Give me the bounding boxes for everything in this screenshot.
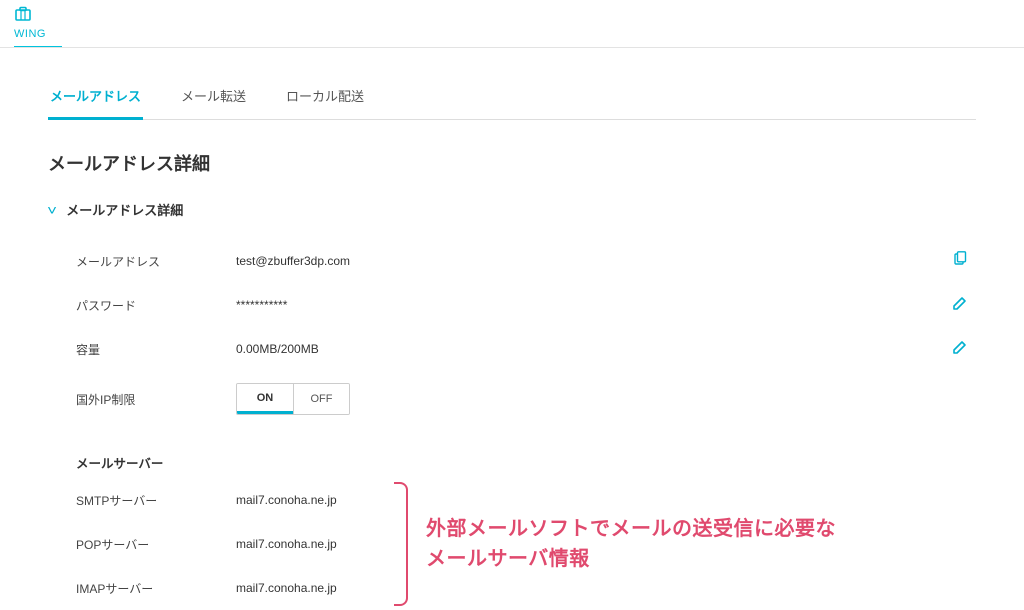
label-pop: POPサーバー	[76, 536, 236, 553]
details: メールアドレス test@zbuffer3dp.com パスワード ******…	[48, 231, 976, 610]
value-email: test@zbuffer3dp.com	[236, 254, 350, 268]
label-quota: 容量	[76, 341, 236, 358]
label-password: パスワード	[76, 297, 236, 314]
row-password: パスワード ***********	[76, 283, 976, 327]
row-imap: IMAPサーバー mail7.conoha.ne.jp	[76, 566, 376, 610]
annotation-bracket	[394, 482, 408, 606]
brand-logo[interactable]: WING	[14, 6, 1010, 40]
brand-text: WING	[14, 28, 46, 40]
tabs: メールアドレス メール転送 ローカル配送	[48, 76, 976, 120]
label-imap: IMAPサーバー	[76, 580, 236, 597]
tab-mail-address[interactable]: メールアドレス	[48, 76, 143, 120]
section-title: メールアドレス詳細	[66, 200, 183, 219]
mailserver-title: メールサーバー	[76, 453, 976, 472]
label-email: メールアドレス	[76, 253, 236, 270]
toggle-on[interactable]: ON	[237, 384, 293, 414]
copy-icon[interactable]	[952, 251, 968, 272]
chevron-down-icon: ˅	[47, 202, 57, 218]
toggle-off[interactable]: OFF	[293, 384, 349, 414]
value-quota: 0.00MB/200MB	[236, 342, 319, 356]
tab-mail-forward[interactable]: メール転送	[179, 76, 248, 119]
value-imap: mail7.conoha.ne.jp	[236, 581, 376, 595]
row-ip-restriction: 国外IP制限 ON OFF	[76, 371, 976, 427]
tab-local-delivery[interactable]: ローカル配送	[284, 76, 366, 119]
row-quota: 容量 0.00MB/200MB	[76, 327, 976, 371]
edit-quota-icon[interactable]	[952, 339, 968, 360]
value-password: ***********	[236, 298, 287, 312]
annotation-text: 外部メールソフトでメールの送受信に必要な メールサーバ情報	[426, 478, 836, 610]
value-smtp: mail7.conoha.ne.jp	[236, 493, 376, 507]
label-smtp: SMTPサーバー	[76, 492, 236, 509]
brand-bar: WING	[0, 0, 1024, 48]
edit-password-icon[interactable]	[952, 295, 968, 316]
suitcase-icon	[14, 6, 32, 27]
toggle-ip-restriction: ON OFF	[236, 383, 350, 415]
brand-separator	[0, 47, 1024, 48]
row-smtp: SMTPサーバー mail7.conoha.ne.jp	[76, 478, 376, 522]
label-ip-restriction: 国外IP制限	[76, 391, 236, 408]
section-toggle[interactable]: ˅ メールアドレス詳細	[48, 200, 976, 219]
value-pop: mail7.conoha.ne.jp	[236, 537, 376, 551]
row-email: メールアドレス test@zbuffer3dp.com	[76, 239, 976, 283]
annotation-line1: 外部メールソフトでメールの送受信に必要な	[426, 514, 836, 544]
row-pop: POPサーバー mail7.conoha.ne.jp	[76, 522, 376, 566]
mailserver-area: SMTPサーバー mail7.conoha.ne.jp POPサーバー mail…	[76, 478, 976, 610]
page-title: メールアドレス詳細	[48, 150, 976, 176]
